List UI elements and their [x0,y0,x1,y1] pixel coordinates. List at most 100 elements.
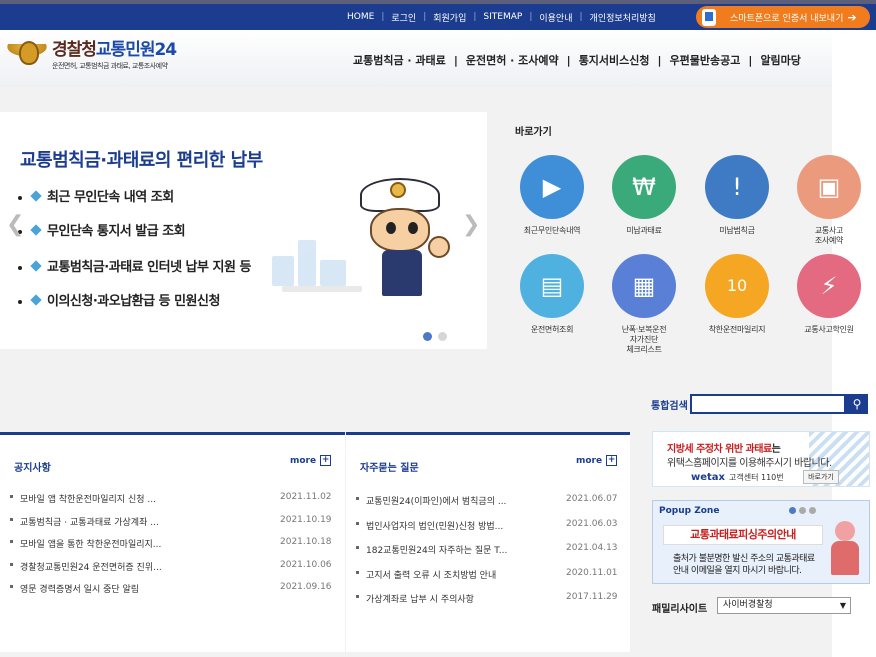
top-utility-nav: HOME | 로그인 | 회원가입 | SITEMAP | 이용안내 | 개인정보처리방침 [340,4,663,30]
main-nav: 교통범칙금 · 과태료 | 운전면허 · 조사예약 | 통지서비스신청 | 우편물반송공고 |… [345,52,809,68]
quick-link-item[interactable]: ! 미납범칙금 [697,155,777,236]
list-item-date: 2021.04.13 [566,543,618,553]
search-icon: ⚲ [852,397,862,411]
popup-zone-label: Popup Zone [659,506,720,516]
page: HOME | 로그인 | 회원가입 | SITEMAP | 이용안내 | 개인정보처리방침 스마트폰… [0,0,876,657]
list-item[interactable]: 경찰청교통민원24 운전면허증 진위... 2021.10.06 [10,560,340,583]
quick-link-label: 교통사고학인원 [804,325,854,334]
top-nav-link[interactable]: SITEMAP [476,12,529,22]
quick-link-item[interactable]: 10 착한운전마일리지 [697,254,777,335]
car-crash-icon: ⚡ [797,254,861,318]
top-nav-link[interactable]: 개인정보처리방침 [583,11,663,24]
wetax-banner[interactable]: 지방세 주정차 위반 과태료는 위택스홈페이지를 이용해주시기 바랍니다. we… [652,431,870,487]
quick-link-item[interactable]: ⚡ 교통사고학인원 [789,254,869,335]
wetax-logo: wetax 고객센터 110번 [691,472,784,483]
wetax-shortcut-button[interactable]: 바로가기 [803,470,839,484]
notice-title: 공지사항 [14,463,51,474]
checklist-grid-icon: ▦ [612,254,676,318]
site-logo[interactable]: 경찰청교통민원24 운전면허, 교통범칙금 과태료, 교통조사예약 [4,40,177,71]
quick-link-label: 착한운전마일리지 [708,325,766,334]
faq-more-link[interactable]: more + [576,455,618,466]
faq-title: 자주묻는 질문 [360,463,419,474]
search-label: 통합검색 [651,401,688,412]
popup-dot-3[interactable] [809,507,816,514]
list-item[interactable]: 고지서 출력 오류 시 조치방법 안내 2020.11.01 [356,568,626,593]
main-nav-item[interactable]: 통지서비스신청 [571,52,658,68]
list-item-date: 2021.10.06 [280,559,332,570]
quick-link-item[interactable]: ▤ 운전면허조회 [512,254,592,335]
list-item-date: 2021.10.18 [280,537,332,547]
banner-next-arrow-icon[interactable]: ❯ [462,212,480,237]
banner-dot-2[interactable] [438,332,447,341]
money-icon: ₩ [612,155,676,219]
diamond-bullet-icon [30,224,42,236]
list-item-date: 2020.11.01 [566,567,618,578]
monitor-icon: ▣ [797,155,861,219]
search-input[interactable] [690,394,846,414]
camera-icon: ▶ [520,155,584,219]
logo-subtitle: 운전면허, 교통범칙금 과태료, 교통조사예약 [52,62,168,70]
diamond-bullet-icon [30,294,42,306]
list-item[interactable]: 모바일 앱 착한운전마일리지 신청 ... 2021.11.02 [10,492,340,515]
warning-sign-icon: ! [705,155,769,219]
wetax-line-2: 위택스홈페이지를 이용해주시기 바랍니다. [667,458,832,469]
banner-bullet: 교통범칙금·과태료 인터넷 납부 지원 등 [30,256,251,275]
family-site-select[interactable]: 사이버경찰청 ▼ [717,597,851,614]
license-card-icon: ▤ [520,254,584,318]
wetax-line-1: 지방세 주정차 위반 과태료는 [667,444,781,455]
diamond-bullet-icon [30,190,42,202]
top-nav-link[interactable]: 이용안내 [532,11,579,24]
notice-more-link[interactable]: more + [290,455,332,466]
list-item-date: 2021.10.19 [280,514,332,525]
popup-warning-title: 교통과태료피싱주의안내 [663,525,823,545]
top-nav-link[interactable]: HOME [340,12,381,22]
main-nav-item[interactable]: 교통범칙금 · 과태료 [345,52,454,68]
main-nav-item[interactable]: 운전면허 · 조사예약 [458,52,567,68]
popup-pagination [789,507,819,514]
list-item-title: 경찰청교통민원24 운전면허증 진위... [20,562,162,573]
popup-zone[interactable]: Popup Zone 교통과태료피싱주의안내 출처가 불분명한 발신 주소의 교… [652,500,870,584]
search-button[interactable]: ⚲ [846,394,868,414]
banner-bullet: 이의신청·과오납환급 등 민원신청 [30,290,220,309]
list-item[interactable]: 교통민원24(이파인)에서 범칙금의 ... 2021.06.07 [356,494,626,519]
list-item[interactable]: 가상계좌로 납부 시 주의사항 2017.11.29 [356,592,626,617]
notice-list: 모바일 앱 착한운전마일리지 신청 ... 2021.11.02 교통범칙금 · 교… [10,492,340,605]
popup-dot-2[interactable] [799,507,806,514]
arrow-right-icon: ➔ [847,10,857,24]
police-mascot-illustration [356,178,460,298]
quick-link-item[interactable]: ▶ 최근무인단속내역 [512,155,592,236]
plus-icon: + [606,455,618,466]
list-item-date: 2021.11.02 [280,492,332,502]
banner-headline: 교통범칙금·과태료의 편리한 납부 [20,150,263,171]
banner-prev-arrow-icon[interactable]: ❮ [6,212,24,237]
quick-link-label: 난폭·보복운전 자가진단 체크리스트 [621,325,667,354]
list-item-title: 법인사업자의 법인(민원)신청 방법... [366,521,504,532]
quick-link-item[interactable]: ▦ 난폭·보복운전 자가진단 체크리스트 [604,254,684,355]
quick-link-item[interactable]: ▣ 교통사고 조사예약 [789,155,869,246]
main-nav-item[interactable]: 알림마당 [752,52,808,68]
list-item-title: 교통민원24(이파인)에서 범칙금의 ... [366,497,507,507]
list-item[interactable]: 법인사업자의 법인(민원)신청 방법... 2021.06.03 [356,519,626,544]
top-nav-link[interactable]: 로그인 [384,11,423,24]
list-item-title: 가상계좌로 납부 시 주의사항 [366,595,474,605]
list-item[interactable]: 영문 경력증명서 일시 중단 알림 2021.09.16 [10,582,340,605]
list-item-date: 2017.11.29 [566,592,618,602]
quick-link-item[interactable]: ₩ 미납과태료 [604,155,684,236]
plus-icon: + [320,455,332,466]
banner-bullet: 무인단속 통지서 발급 조회 [30,220,186,239]
notice-panel: 공지사항 more + 모바일 앱 착한운전마일리지 신청 ... 2021.11.… [0,432,345,652]
list-item[interactable]: 182교통민원24의 자주하는 질문 T... 2021.04.13 [356,543,626,568]
smartphone-certificate-button[interactable]: 스마트폰으로 인증서 내보내기 ➔ [696,6,870,28]
popup-line-2: 안내 이메일을 열지 마시기 바랍니다. [673,566,802,576]
top-nav-link[interactable]: 회원가입 [426,11,473,24]
list-item-title: 영문 경력증명서 일시 중단 알림 [20,585,140,595]
quick-link-label: 교통사고 조사예약 [814,226,844,245]
list-item[interactable]: 모바일 앱을 통한 착한운전마일리지... 2021.10.18 [10,537,340,560]
popup-dot-1[interactable] [789,507,796,514]
list-item-date: 2021.09.16 [280,582,332,592]
diamond-bullet-icon [30,260,42,272]
banner-dot-1[interactable] [423,332,432,341]
smartphone-icon [702,8,716,26]
main-nav-item[interactable]: 우편물반송공고 [662,52,749,68]
list-item[interactable]: 교통범칙금 · 교통과태료 가상계좌 ... 2021.10.19 [10,515,340,538]
